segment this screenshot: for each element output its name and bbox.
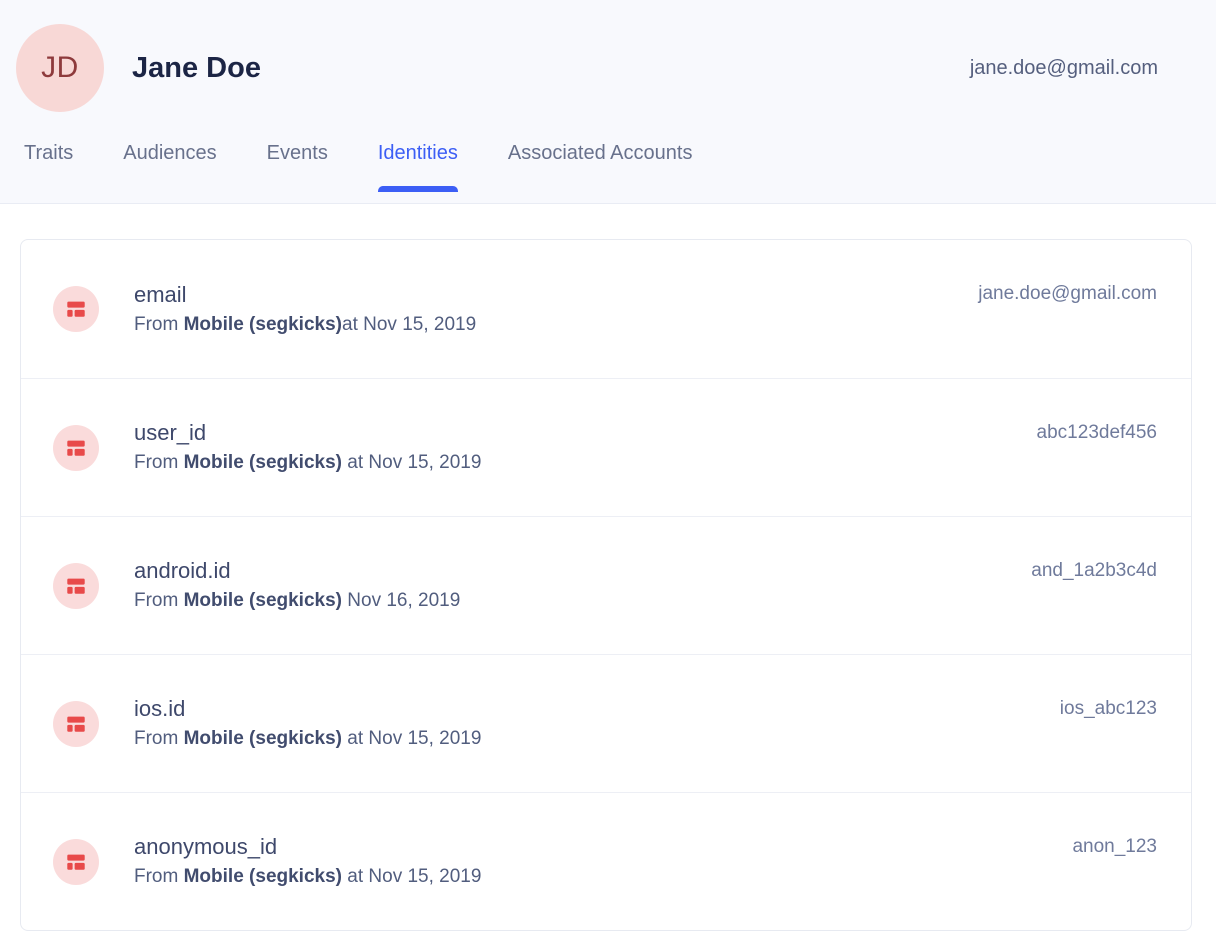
tab-associated-accounts[interactable]: Associated Accounts [508,142,693,192]
source-prefix: From [134,314,184,335]
layout-icon [53,425,99,471]
identity-text: anonymous_id From Mobile (segkicks) at N… [134,834,481,889]
identity-row[interactable]: ios.id From Mobile (segkicks) at Nov 15,… [21,654,1191,792]
source-date: Nov 16, 2019 [342,590,460,611]
identity-text: user_id From Mobile (segkicks) at Nov 15… [134,420,481,475]
identity-name: anonymous_id [134,834,481,860]
identity-value: ios_abc123 [1060,696,1157,722]
layout-icon [53,286,99,332]
avatar-initials: JD [41,51,79,85]
layout-icon [53,701,99,747]
profile-summary: JD Jane Doe jane.doe@gmail.com [16,24,1158,112]
identity-name: android.id [134,558,460,584]
profile-header: JD Jane Doe jane.doe@gmail.com Traits Aud… [0,0,1216,204]
identity-row[interactable]: email From Mobile (segkicks)at Nov 15, 2… [21,240,1191,378]
source-name: Mobile (segkicks) [184,590,342,611]
identity-row[interactable]: android.id From Mobile (segkicks) Nov 16… [21,516,1191,654]
source-date: at Nov 15, 2019 [342,314,476,335]
identity-source-line: From Mobile (segkicks) at Nov 15, 2019 [134,865,481,889]
layout-icon [53,563,99,609]
identity-row[interactable]: anonymous_id From Mobile (segkicks) at N… [21,792,1191,930]
identity-text: ios.id From Mobile (segkicks) at Nov 15,… [134,696,481,751]
source-prefix: From [134,728,184,749]
identities-panel: email From Mobile (segkicks)at Nov 15, 2… [0,239,1216,931]
layout-icon [53,839,99,885]
identity-value: anon_123 [1072,834,1157,860]
tab-events[interactable]: Events [267,142,328,192]
identity-source-line: From Mobile (segkicks) at Nov 15, 2019 [134,451,481,475]
source-name: Mobile (segkicks) [184,452,342,473]
source-name: Mobile (segkicks) [184,314,342,335]
identity-value: and_1a2b3c4d [1031,558,1157,584]
identity-row[interactable]: user_id From Mobile (segkicks) at Nov 15… [21,378,1191,516]
tab-label: Identities [378,142,458,164]
page-title: Jane Doe [132,52,261,85]
source-prefix: From [134,866,184,887]
source-name: Mobile (segkicks) [184,866,342,887]
avatar: JD [16,24,104,112]
identity-text: email From Mobile (segkicks)at Nov 15, 2… [134,282,476,337]
tab-label: Associated Accounts [508,142,693,164]
source-name: Mobile (segkicks) [184,728,342,749]
identity-name: ios.id [134,696,481,722]
tab-label: Events [267,142,328,164]
identity-value: jane.doe@gmail.com [978,281,1157,307]
tab-label: Audiences [123,142,216,164]
source-date: at Nov 15, 2019 [342,452,481,473]
source-prefix: From [134,452,184,473]
identity-source-line: From Mobile (segkicks) Nov 16, 2019 [134,589,460,613]
source-prefix: From [134,590,184,611]
identities-card: email From Mobile (segkicks)at Nov 15, 2… [20,239,1192,931]
identity-value: abc123def456 [1037,420,1157,446]
tab-audiences[interactable]: Audiences [123,142,216,192]
identity-text: android.id From Mobile (segkicks) Nov 16… [134,558,460,613]
tab-identities[interactable]: Identities [378,142,458,192]
identity-name: user_id [134,420,481,446]
source-date: at Nov 15, 2019 [342,728,481,749]
identity-source-line: From Mobile (segkicks)at Nov 15, 2019 [134,313,476,337]
profile-email: jane.doe@gmail.com [970,57,1158,80]
tab-traits[interactable]: Traits [24,142,73,192]
source-date: at Nov 15, 2019 [342,866,481,887]
tab-bar: Traits Audiences Events Identities Associate… [24,142,1158,192]
identity-source-line: From Mobile (segkicks) at Nov 15, 2019 [134,727,481,751]
tab-label: Traits [24,142,73,164]
identity-name: email [134,282,476,308]
